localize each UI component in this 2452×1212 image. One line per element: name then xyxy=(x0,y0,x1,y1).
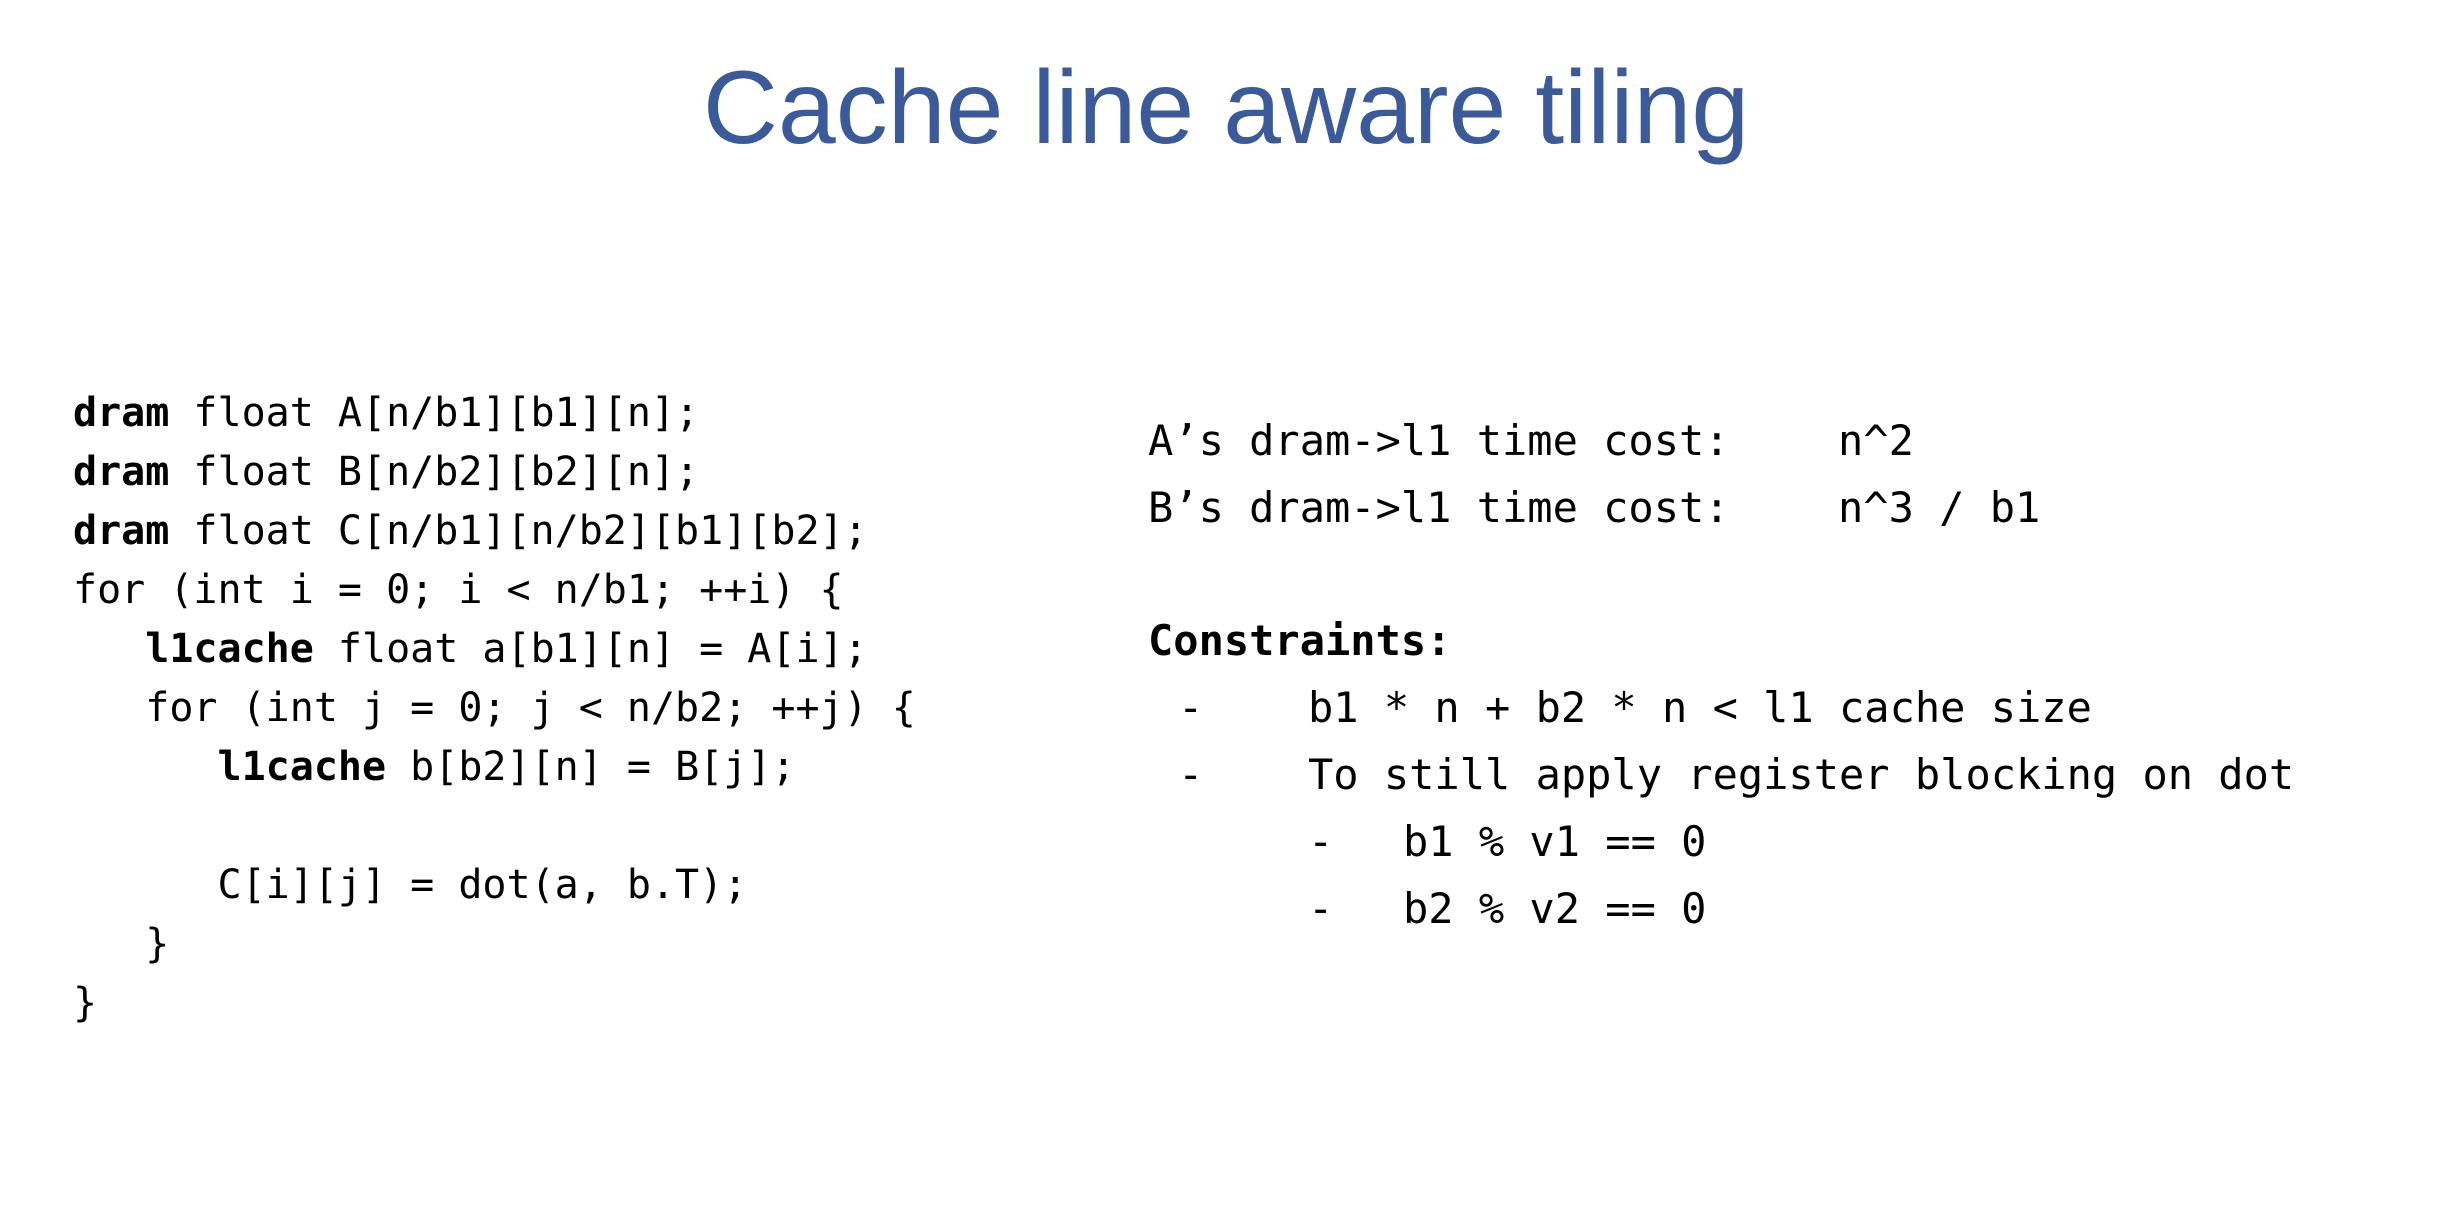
bullet-dash: - xyxy=(1308,884,1334,933)
constraint-item: - To still apply register blocking on dot xyxy=(1148,741,2294,808)
code-text: C[i][j] = dot(a, b.T); xyxy=(217,862,748,908)
code-line: l1cache b[b2][n] = B[j]; xyxy=(73,738,916,797)
constraint-text: b2 % v2 == 0 xyxy=(1403,884,1707,933)
code-line: l1cache float a[b1][n] = A[i]; xyxy=(73,620,916,679)
constraint-text: To still apply register blocking on dot xyxy=(1308,750,2295,799)
cost-label: A’s dram->l1 time cost: xyxy=(1148,416,1730,465)
code-text: b[b2][n] = B[j]; xyxy=(386,744,796,790)
code-keyword: dram xyxy=(73,390,170,436)
constraint-subitem: - b1 % v1 == 0 xyxy=(1148,808,2294,875)
code-line: dram float C[n/b1][n/b2][b1][b2]; xyxy=(73,502,916,561)
code-keyword: l1cache xyxy=(217,744,387,790)
bullet-dash: - xyxy=(1178,683,1204,732)
cost-line-a: A’s dram->l1 time cost: n^2 xyxy=(1148,407,2294,474)
code-line: } xyxy=(73,974,916,1033)
code-line: for (int j = 0; j < n/b2; ++j) { xyxy=(73,679,916,738)
code-line: } xyxy=(73,915,916,974)
bullet-dash: - xyxy=(1308,817,1334,866)
code-text: for (int j = 0; j < n/b2; ++j) { xyxy=(145,685,916,731)
code-block: dram float A[n/b1][b1][n]; dram float B[… xyxy=(73,384,916,1033)
code-text: for (int i = 0; i < n/b1; ++i) { xyxy=(73,567,844,613)
code-text: float a[b1][n] = A[i]; xyxy=(313,626,868,672)
code-line: C[i][j] = dot(a, b.T); xyxy=(73,856,916,915)
slide-title: Cache line aware tiling xyxy=(702,50,1750,166)
cost-line-b: B’s dram->l1 time cost: n^3 / b1 xyxy=(1148,474,2294,541)
code-keyword: dram xyxy=(73,508,170,554)
constraint-subitem: - b2 % v2 == 0 xyxy=(1148,875,2294,942)
code-text: float B[n/b2][b2][n]; xyxy=(169,449,700,495)
code-line: for (int i = 0; i < n/b1; ++i) { xyxy=(73,561,916,620)
bullet-dash: - xyxy=(1178,750,1204,799)
code-text: float C[n/b1][n/b2][b1][b2]; xyxy=(169,508,868,554)
constraint-item: - b1 * n + b2 * n < l1 cache size xyxy=(1148,674,2294,741)
cost-value: n^3 / b1 xyxy=(1838,483,2041,532)
code-keyword: l1cache xyxy=(145,626,314,672)
code-text: } xyxy=(145,921,170,967)
constraint-text: b1 % v1 == 0 xyxy=(1403,817,1707,866)
code-text: float A[n/b1][b1][n]; xyxy=(169,390,700,436)
code-text: } xyxy=(73,980,98,1026)
code-line: dram float A[n/b1][b1][n]; xyxy=(73,384,916,443)
cost-value: n^2 xyxy=(1838,416,1914,465)
cost-and-constraints: A’s dram->l1 time cost: n^2 B’s dram->l1 … xyxy=(1148,407,2294,942)
constraints-title: Constraints: xyxy=(1148,616,1452,665)
constraint-text: b1 * n + b2 * n < l1 cache size xyxy=(1308,683,2092,732)
code-line: dram float B[n/b2][b2][n]; xyxy=(73,443,916,502)
code-keyword: dram xyxy=(73,449,170,495)
cost-label: B’s dram->l1 time cost: xyxy=(1148,483,1730,532)
